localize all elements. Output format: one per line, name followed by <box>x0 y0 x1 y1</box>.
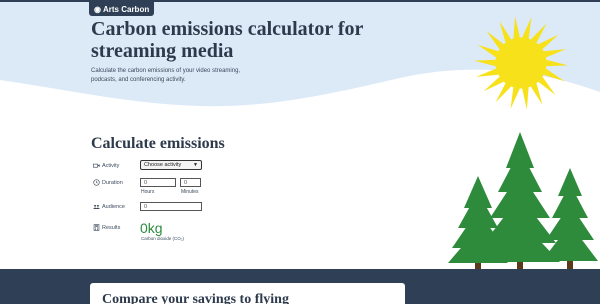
sun-ray <box>510 87 520 109</box>
page-subtitle: Calculate the carbon emissions of your v… <box>91 68 241 83</box>
activity-select[interactable]: Choose activity ▼ <box>140 160 202 170</box>
sun-ray <box>483 76 504 92</box>
duration-label: Duration <box>102 179 123 186</box>
clock-icon <box>93 179 100 186</box>
video-camera-icon <box>93 163 100 168</box>
sun-ray <box>543 49 566 58</box>
audience-value: 0 <box>144 203 148 210</box>
logo-mark-icon: ◉ <box>94 4 101 14</box>
page-title: Carbon emissions calculator for streamin… <box>91 18 364 62</box>
hours-value: 0 <box>144 179 148 186</box>
audience-label-row: Audience <box>93 203 125 210</box>
results-unit: Carbon dioxide (CO₂) <box>141 236 185 241</box>
activity-selected-value: Choose activity <box>144 162 182 168</box>
activity-label: Activity <box>102 162 120 169</box>
sun-ray <box>538 76 556 95</box>
audience-label: Audience <box>102 203 125 210</box>
results-label-row: Results <box>93 224 120 231</box>
sun-ray <box>546 59 568 67</box>
sun-ray <box>477 44 499 58</box>
sun-ray <box>486 31 504 50</box>
sun-ray <box>530 23 547 43</box>
sun-ray <box>476 68 499 77</box>
logo-text: Arts Carbon <box>102 4 150 14</box>
sun-ray <box>543 68 565 82</box>
sun-ray <box>530 83 543 105</box>
hours-sublabel: Hours <box>141 189 155 195</box>
chevron-down-icon: ▼ <box>193 162 198 168</box>
sun-ray <box>513 16 520 39</box>
hours-input[interactable]: 0 <box>140 178 176 187</box>
minutes-value: 0 <box>184 179 188 186</box>
site-logo[interactable]: ◉ Arts Carbon <box>89 2 155 16</box>
trees-illustration <box>448 132 598 272</box>
activity-label-row: Activity <box>93 162 119 169</box>
sun-ray <box>499 21 512 43</box>
sun-ray <box>538 34 559 50</box>
calculate-heading: Calculate emissions <box>91 135 225 152</box>
minutes-input[interactable]: 0 <box>180 178 201 187</box>
audience-icon <box>93 204 100 209</box>
sun-illustration <box>474 16 568 110</box>
audience-input[interactable]: 0 <box>140 202 202 211</box>
duration-label-row: Duration <box>93 179 123 186</box>
compare-heading: Compare your savings to flying <box>102 292 289 304</box>
results-value: 0kg <box>140 220 163 236</box>
minutes-sublabel: Minutes <box>181 189 199 195</box>
sun-ray <box>474 59 496 67</box>
calculator-icon <box>93 224 100 231</box>
sun-ray <box>522 87 529 110</box>
sun-ray <box>495 83 512 103</box>
sun-ray <box>522 17 532 39</box>
results-label: Results <box>102 224 121 231</box>
